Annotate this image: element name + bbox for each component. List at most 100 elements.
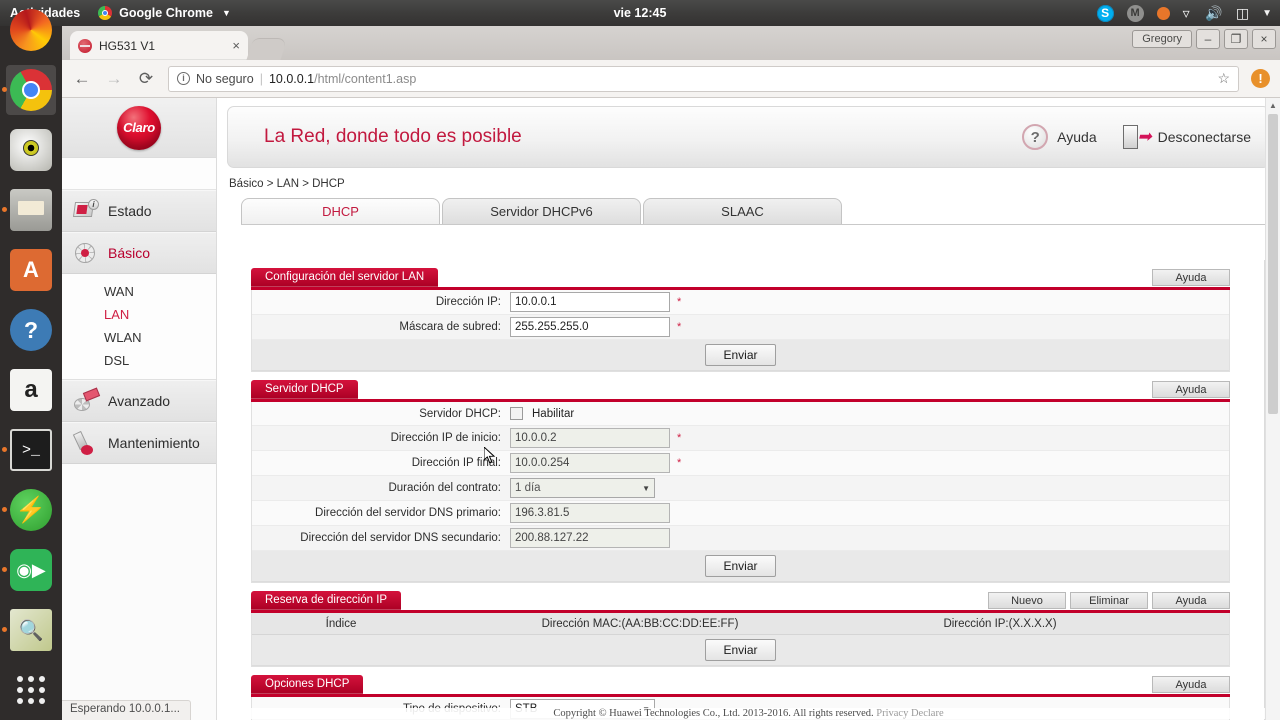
sidebar-item-label: Básico bbox=[108, 245, 151, 261]
new-tab-button[interactable] bbox=[246, 38, 288, 60]
running-indicator-dot bbox=[2, 507, 7, 512]
field-label: Servidor DHCP: bbox=[419, 407, 501, 420]
lan-ip-input[interactable] bbox=[510, 292, 670, 312]
lease-duration-select[interactable]: 1 día ▼ bbox=[510, 478, 655, 498]
software-bag-icon: A bbox=[10, 249, 52, 291]
form-row-ip-inicio: Dirección IP de inicio: * bbox=[252, 426, 1229, 451]
grid-dots-icon bbox=[17, 676, 45, 704]
sidebar-item-basico[interactable]: Básico bbox=[62, 232, 216, 274]
launcher-item-screen-recorder[interactable]: ◉▶ bbox=[0, 540, 62, 600]
warning-icon[interactable]: ! bbox=[1251, 69, 1270, 88]
panel-reserva-direccion-ip: Reserva de dirección IP Nuevo Eliminar A… bbox=[251, 591, 1230, 667]
launcher-item-help[interactable]: ? bbox=[0, 300, 62, 360]
status-icon: i bbox=[72, 199, 99, 223]
sidebar-item-wan[interactable]: WAN bbox=[62, 280, 216, 303]
launcher-item-amazon[interactable]: a bbox=[0, 360, 62, 420]
privacy-link[interactable]: Privacy Declare bbox=[876, 708, 943, 719]
form-row-ip-final: Dirección IP final: * bbox=[252, 451, 1229, 476]
form-row-duracion-contrato: Duración del contrato: 1 día ▼ bbox=[252, 476, 1229, 501]
claro-logo: Claro bbox=[62, 98, 216, 158]
column-mac: Dirección MAC:(AA:BB:CC:DD:EE:FF) bbox=[541, 617, 739, 630]
help-button[interactable]: Ayuda bbox=[1152, 592, 1230, 609]
launcher-item-files[interactable] bbox=[0, 180, 62, 240]
subnet-mask-input[interactable] bbox=[510, 317, 670, 337]
help-button[interactable]: ? Ayuda bbox=[1022, 124, 1097, 150]
running-indicator-dot bbox=[2, 207, 7, 212]
sidebar-item-dsl[interactable]: DSL bbox=[62, 349, 216, 372]
bookmark-star-icon[interactable]: ☆ bbox=[1217, 70, 1230, 87]
tab-slaac[interactable]: SLAAC bbox=[643, 198, 842, 224]
launcher-item-ubuntu-software[interactable]: A bbox=[0, 240, 62, 300]
delete-button[interactable]: Eliminar bbox=[1070, 592, 1148, 609]
launcher-item-google-chrome[interactable] bbox=[0, 60, 62, 120]
field-label: Dirección IP de inicio: bbox=[390, 432, 501, 444]
back-button[interactable]: ← bbox=[72, 69, 92, 89]
tab-servidor-dhcpv6[interactable]: Servidor DHCPv6 bbox=[442, 198, 641, 224]
scrollbar-thumb[interactable] bbox=[1268, 114, 1278, 414]
page-scrollbar[interactable]: ▲ bbox=[1265, 98, 1280, 720]
form-row-mascara-subred: Máscara de subred: * bbox=[252, 315, 1229, 340]
url-path: /html/content1.asp bbox=[314, 71, 417, 86]
window-controls: Gregory – ❐ × bbox=[1132, 29, 1276, 49]
skype-icon[interactable] bbox=[1096, 4, 1114, 22]
sidebar-item-lan[interactable]: LAN bbox=[62, 303, 216, 326]
battery-icon[interactable]: ◫ bbox=[1236, 5, 1249, 22]
dns-primary-input[interactable] bbox=[510, 503, 670, 523]
submit-button[interactable]: Enviar bbox=[705, 639, 776, 661]
system-clock[interactable]: vie 12:45 bbox=[0, 6, 1280, 20]
address-bar[interactable]: i No seguro | 10.0.0.1/html/content1.asp… bbox=[168, 65, 1239, 92]
sidebar-item-label: Estado bbox=[108, 203, 152, 219]
launcher-item-terminal[interactable]: >_ bbox=[0, 420, 62, 480]
browser-tab-hg531[interactable]: HG531 V1 × bbox=[70, 31, 248, 60]
update-icon[interactable] bbox=[1156, 6, 1170, 20]
sidebar-item-wlan[interactable]: WLAN bbox=[62, 326, 216, 349]
dhcp-enable-checkbox[interactable] bbox=[510, 407, 523, 420]
running-indicator-dot bbox=[2, 627, 7, 632]
help-button[interactable]: Ayuda bbox=[1152, 269, 1230, 286]
reload-button[interactable]: ⟳ bbox=[136, 69, 156, 89]
column-indice: Índice bbox=[325, 617, 357, 630]
submit-button[interactable]: Enviar bbox=[705, 344, 776, 366]
dhcp-end-ip-input[interactable] bbox=[510, 453, 670, 473]
sidebar-item-avanzado[interactable]: Avanzado bbox=[62, 380, 216, 422]
page-banner: La Red, donde todo es posible ? Ayuda ➡ … bbox=[227, 106, 1270, 168]
dhcp-start-ip-input[interactable] bbox=[510, 428, 670, 448]
launcher-item-sound-recorder[interactable] bbox=[0, 120, 62, 180]
help-button[interactable]: Ayuda bbox=[1152, 381, 1230, 398]
launcher-item-image-viewer[interactable]: 🔍 bbox=[0, 600, 62, 660]
panel-servidor-dhcp: Servidor DHCP Ayuda Servidor DHCP: Habil… bbox=[251, 380, 1230, 583]
scroll-up-arrow-icon[interactable]: ▲ bbox=[1266, 98, 1280, 113]
tab-dhcp[interactable]: DHCP bbox=[241, 198, 440, 224]
launcher-item-firefox[interactable] bbox=[0, 9, 62, 60]
sidebar-item-label: Avanzado bbox=[108, 393, 171, 409]
router-favicon bbox=[78, 38, 92, 53]
minimize-button[interactable]: – bbox=[1196, 29, 1220, 49]
mail-icon[interactable] bbox=[1126, 4, 1144, 22]
volume-icon[interactable]: 🔊 bbox=[1205, 5, 1222, 22]
sidebar-item-mantenimiento[interactable]: Mantenimiento bbox=[62, 422, 216, 464]
profile-button[interactable]: Gregory bbox=[1132, 30, 1192, 48]
wifi-icon[interactable]: ▿ bbox=[1183, 5, 1193, 22]
info-icon[interactable]: i bbox=[177, 72, 190, 85]
url-text: 10.0.0.1/html/content1.asp bbox=[269, 72, 416, 86]
launcher-item-show-applications[interactable] bbox=[0, 660, 62, 720]
sidebar-spacer bbox=[62, 158, 216, 190]
help-button[interactable]: Ayuda bbox=[1152, 676, 1230, 693]
panel-configuracion-servidor-lan: Configuración del servidor LAN Ayuda Dir… bbox=[251, 268, 1230, 372]
panel-title: Reserva de dirección IP bbox=[251, 591, 402, 610]
panel-title: Servidor DHCP bbox=[251, 380, 358, 399]
submit-button[interactable]: Enviar bbox=[705, 555, 776, 577]
panel-title: Configuración del servidor LAN bbox=[251, 268, 439, 287]
sidebar-item-estado[interactable]: i Estado bbox=[62, 190, 216, 232]
page-slogan: La Red, donde todo es posible bbox=[264, 126, 522, 147]
close-icon[interactable]: × bbox=[232, 39, 240, 52]
launcher-item-bolt[interactable]: ⚡ bbox=[0, 480, 62, 540]
field-label: Dirección del servidor DNS primario: bbox=[315, 507, 501, 519]
logout-button[interactable]: ➡ Desconectarse bbox=[1122, 125, 1251, 149]
close-button[interactable]: × bbox=[1252, 29, 1276, 49]
maximize-button[interactable]: ❐ bbox=[1224, 29, 1248, 49]
power-caret-icon[interactable]: ▼ bbox=[1262, 8, 1272, 19]
submit-row: Enviar bbox=[252, 635, 1229, 666]
dns-secondary-input[interactable] bbox=[510, 528, 670, 548]
new-button[interactable]: Nuevo bbox=[988, 592, 1066, 609]
